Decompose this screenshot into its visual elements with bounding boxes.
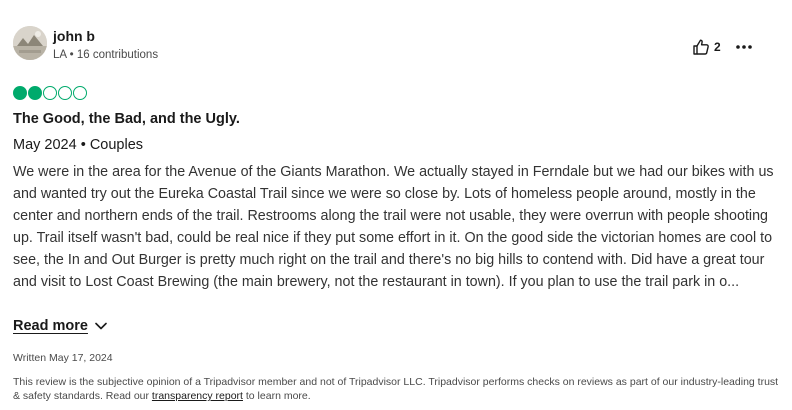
- read-more-label: Read more: [13, 318, 88, 334]
- review-disclaimer: This review is the subjective opinion of…: [13, 375, 779, 403]
- more-horizontal-icon: [736, 45, 752, 49]
- rating-bubble-empty: [43, 86, 57, 100]
- written-date: Written May 17, 2024: [13, 352, 113, 364]
- reviewer-location: LA: [53, 49, 67, 61]
- helpful-vote-button[interactable]: 2: [692, 36, 721, 58]
- trip-date: May 2024: [13, 137, 77, 153]
- reviewer-name[interactable]: john b: [53, 28, 95, 44]
- rating-bubble-filled: [28, 86, 42, 100]
- review-body: We were in the area for the Avenue of th…: [13, 164, 774, 291]
- meta-separator: •: [69, 49, 74, 61]
- transparency-report-link[interactable]: transparency report: [152, 390, 243, 402]
- reviewer-meta: LA • 16 contributions: [53, 48, 158, 62]
- trip-info: May 2024 • Couples: [13, 136, 143, 154]
- avatar-image: [13, 26, 47, 60]
- rating-bubble-empty: [73, 86, 87, 100]
- reviewer-contributions: 16 contributions: [76, 49, 159, 61]
- rating-bubble-empty: [58, 86, 72, 100]
- review-header: john b LA • 16 contributions 2: [13, 26, 779, 66]
- rating-bubble-filled: [13, 86, 27, 100]
- disclaimer-text-end: to learn more.: [242, 390, 311, 402]
- disclaimer-text: This review is the subjective opinion of…: [13, 376, 779, 402]
- trip-type: Couples: [89, 137, 144, 153]
- more-options-button[interactable]: [733, 37, 755, 57]
- chevron-down-icon: [95, 322, 107, 330]
- bubble-rating: [13, 86, 87, 102]
- avatar[interactable]: [13, 26, 47, 60]
- read-more-button[interactable]: Read more: [13, 316, 107, 336]
- review-title[interactable]: The Good, the Bad, and the Ugly.: [13, 110, 240, 128]
- review-card: john b LA • 16 contributions 2 The Good,…: [0, 0, 792, 410]
- thumbs-up-icon: [693, 39, 709, 55]
- trip-separator: •: [80, 137, 86, 153]
- helpful-count: 2: [714, 40, 721, 54]
